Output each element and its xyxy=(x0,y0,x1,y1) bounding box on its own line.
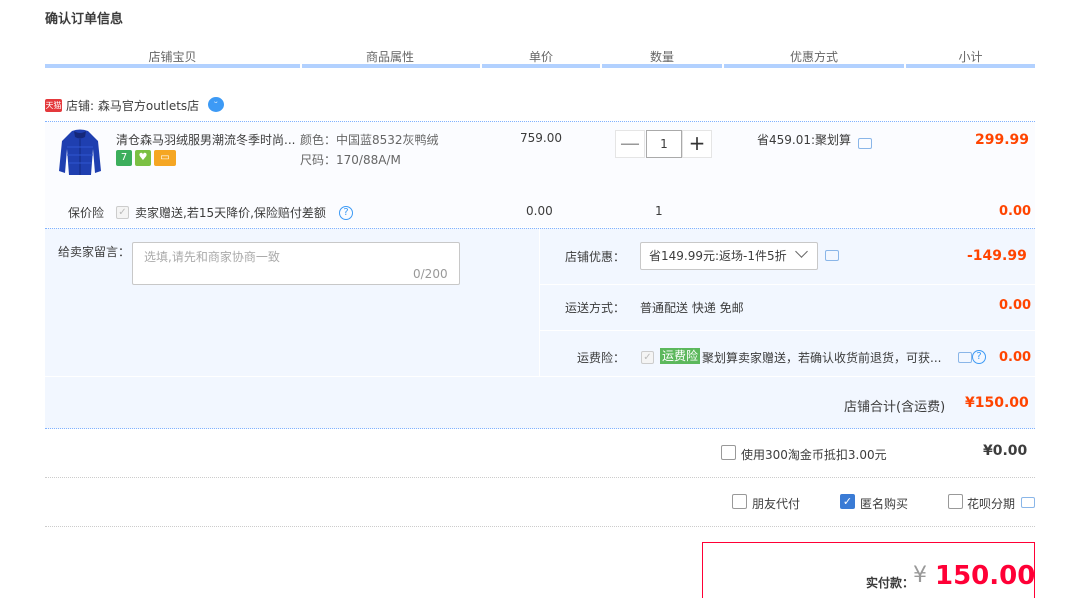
shipping-amount: 0.00 xyxy=(999,298,1032,313)
seven-day-return-icon[interactable]: 7 xyxy=(116,150,132,166)
currency-symbol: ¥ xyxy=(913,563,927,588)
coins-value: ¥0.00 xyxy=(983,443,1028,459)
help-icon[interactable]: ? xyxy=(972,350,986,364)
message-label: 给卖家留言： xyxy=(58,245,131,259)
col-divider xyxy=(602,64,722,68)
section-divider xyxy=(45,477,1035,478)
freight-insurance-amount: 0.00 xyxy=(999,350,1032,365)
col-header-subtotal: 小计 xyxy=(958,50,983,64)
discount-info-icon[interactable] xyxy=(825,250,839,261)
col-divider xyxy=(724,64,904,68)
page-title: 确认订单信息 xyxy=(45,12,124,27)
friend-pay-label: 朋友代付 xyxy=(752,497,801,511)
shop-total-value: ¥150.00 xyxy=(965,395,1029,411)
huabei-info-icon[interactable] xyxy=(1021,497,1035,508)
shop-discount-amount: -149.99 xyxy=(967,248,1027,264)
product-title-link[interactable]: 清仓森马羽绒服男潮流冬季时尚... xyxy=(116,131,298,148)
friend-pay-checkbox[interactable] xyxy=(732,494,747,509)
panel-divider xyxy=(539,228,540,376)
col-header-quantity: 数量 xyxy=(649,50,674,64)
insurance-price: 0.00 xyxy=(526,204,553,218)
promo-text: 省459.01:聚划算 xyxy=(757,133,852,147)
freight-insurance-tag: 运费险 xyxy=(660,348,701,364)
message-placeholder: 选填,请先和商家协商一致 xyxy=(144,250,280,264)
quantity-plus-button[interactable]: + xyxy=(682,130,712,158)
quality-icon[interactable]: ♥ xyxy=(135,150,151,166)
anonymous-label: 匿名购买 xyxy=(860,497,909,511)
col-divider xyxy=(302,64,480,68)
freight-insurance-checkbox: ✓ xyxy=(641,351,654,364)
unit-price: 759.00 xyxy=(520,131,562,145)
message-char-count: 0/200 xyxy=(413,267,448,281)
product-color-attr: 颜色：中国蓝8532灰鸭绒 xyxy=(300,133,439,147)
payment-label: 实付款： xyxy=(866,576,915,590)
coins-label: 使用300淘金币抵扣3.00元 xyxy=(741,448,887,462)
card-pay-icon[interactable]: ▭ xyxy=(154,150,176,166)
insurance-label: 保价险 xyxy=(68,206,105,220)
promo-info-icon[interactable] xyxy=(858,138,872,149)
col-header-attrs: 商品属性 xyxy=(365,50,414,64)
shop-discount-select[interactable]: 省149.99元:返场-1件5折 xyxy=(640,242,818,270)
col-header-item: 店铺宝贝 xyxy=(148,50,197,64)
freight-insurance-label: 运费险： xyxy=(577,351,626,365)
shipping-label: 运送方式： xyxy=(565,301,626,315)
col-divider xyxy=(906,64,1035,68)
coins-checkbox[interactable] xyxy=(721,445,736,460)
freight-insurance-desc: 聚划算卖家赠送，若确认收货前退货，可获... xyxy=(702,351,942,365)
insurance-qty: 1 xyxy=(655,204,663,218)
shop-discount-label: 店铺优惠： xyxy=(565,250,626,264)
item-subtotal: 299.99 xyxy=(975,132,1030,148)
row-divider xyxy=(540,330,1035,331)
huabei-label: 花呗分期 xyxy=(967,497,1016,511)
freight-chat-icon[interactable] xyxy=(958,352,972,363)
huabei-checkbox[interactable] xyxy=(948,494,963,509)
row-divider xyxy=(540,284,1035,285)
quantity-minus-button[interactable]: — xyxy=(615,130,645,158)
wangwang-chat-icon[interactable]: ᵕ xyxy=(208,97,224,112)
col-divider xyxy=(45,64,300,68)
insurance-checkbox: ✓ xyxy=(116,206,129,219)
shipping-method: 普通配送 快递 免邮 xyxy=(640,301,744,315)
insurance-subtotal: 0.00 xyxy=(999,204,1032,219)
payment-amount: 150.00 xyxy=(935,561,1036,591)
shop-total-label: 店铺合计(含运费) xyxy=(844,400,946,415)
anonymous-checkbox[interactable]: ✓ xyxy=(840,494,855,509)
product-image[interactable] xyxy=(55,127,105,179)
col-divider xyxy=(482,64,600,68)
shop-name-link[interactable]: 店铺: 森马官方outlets店 xyxy=(66,97,199,114)
insurance-desc: 卖家赠送,若15天降价,保险赔付差额 xyxy=(135,206,326,220)
quantity-input[interactable]: 1 xyxy=(646,130,682,158)
product-size-attr: 尺码：170/88A/M xyxy=(300,153,401,167)
col-header-promo: 优惠方式 xyxy=(789,50,838,64)
help-icon[interactable]: ? xyxy=(339,206,353,220)
tmall-badge: 天猫 xyxy=(45,99,62,112)
section-divider xyxy=(45,526,1035,527)
col-header-price: 单价 xyxy=(528,50,553,64)
